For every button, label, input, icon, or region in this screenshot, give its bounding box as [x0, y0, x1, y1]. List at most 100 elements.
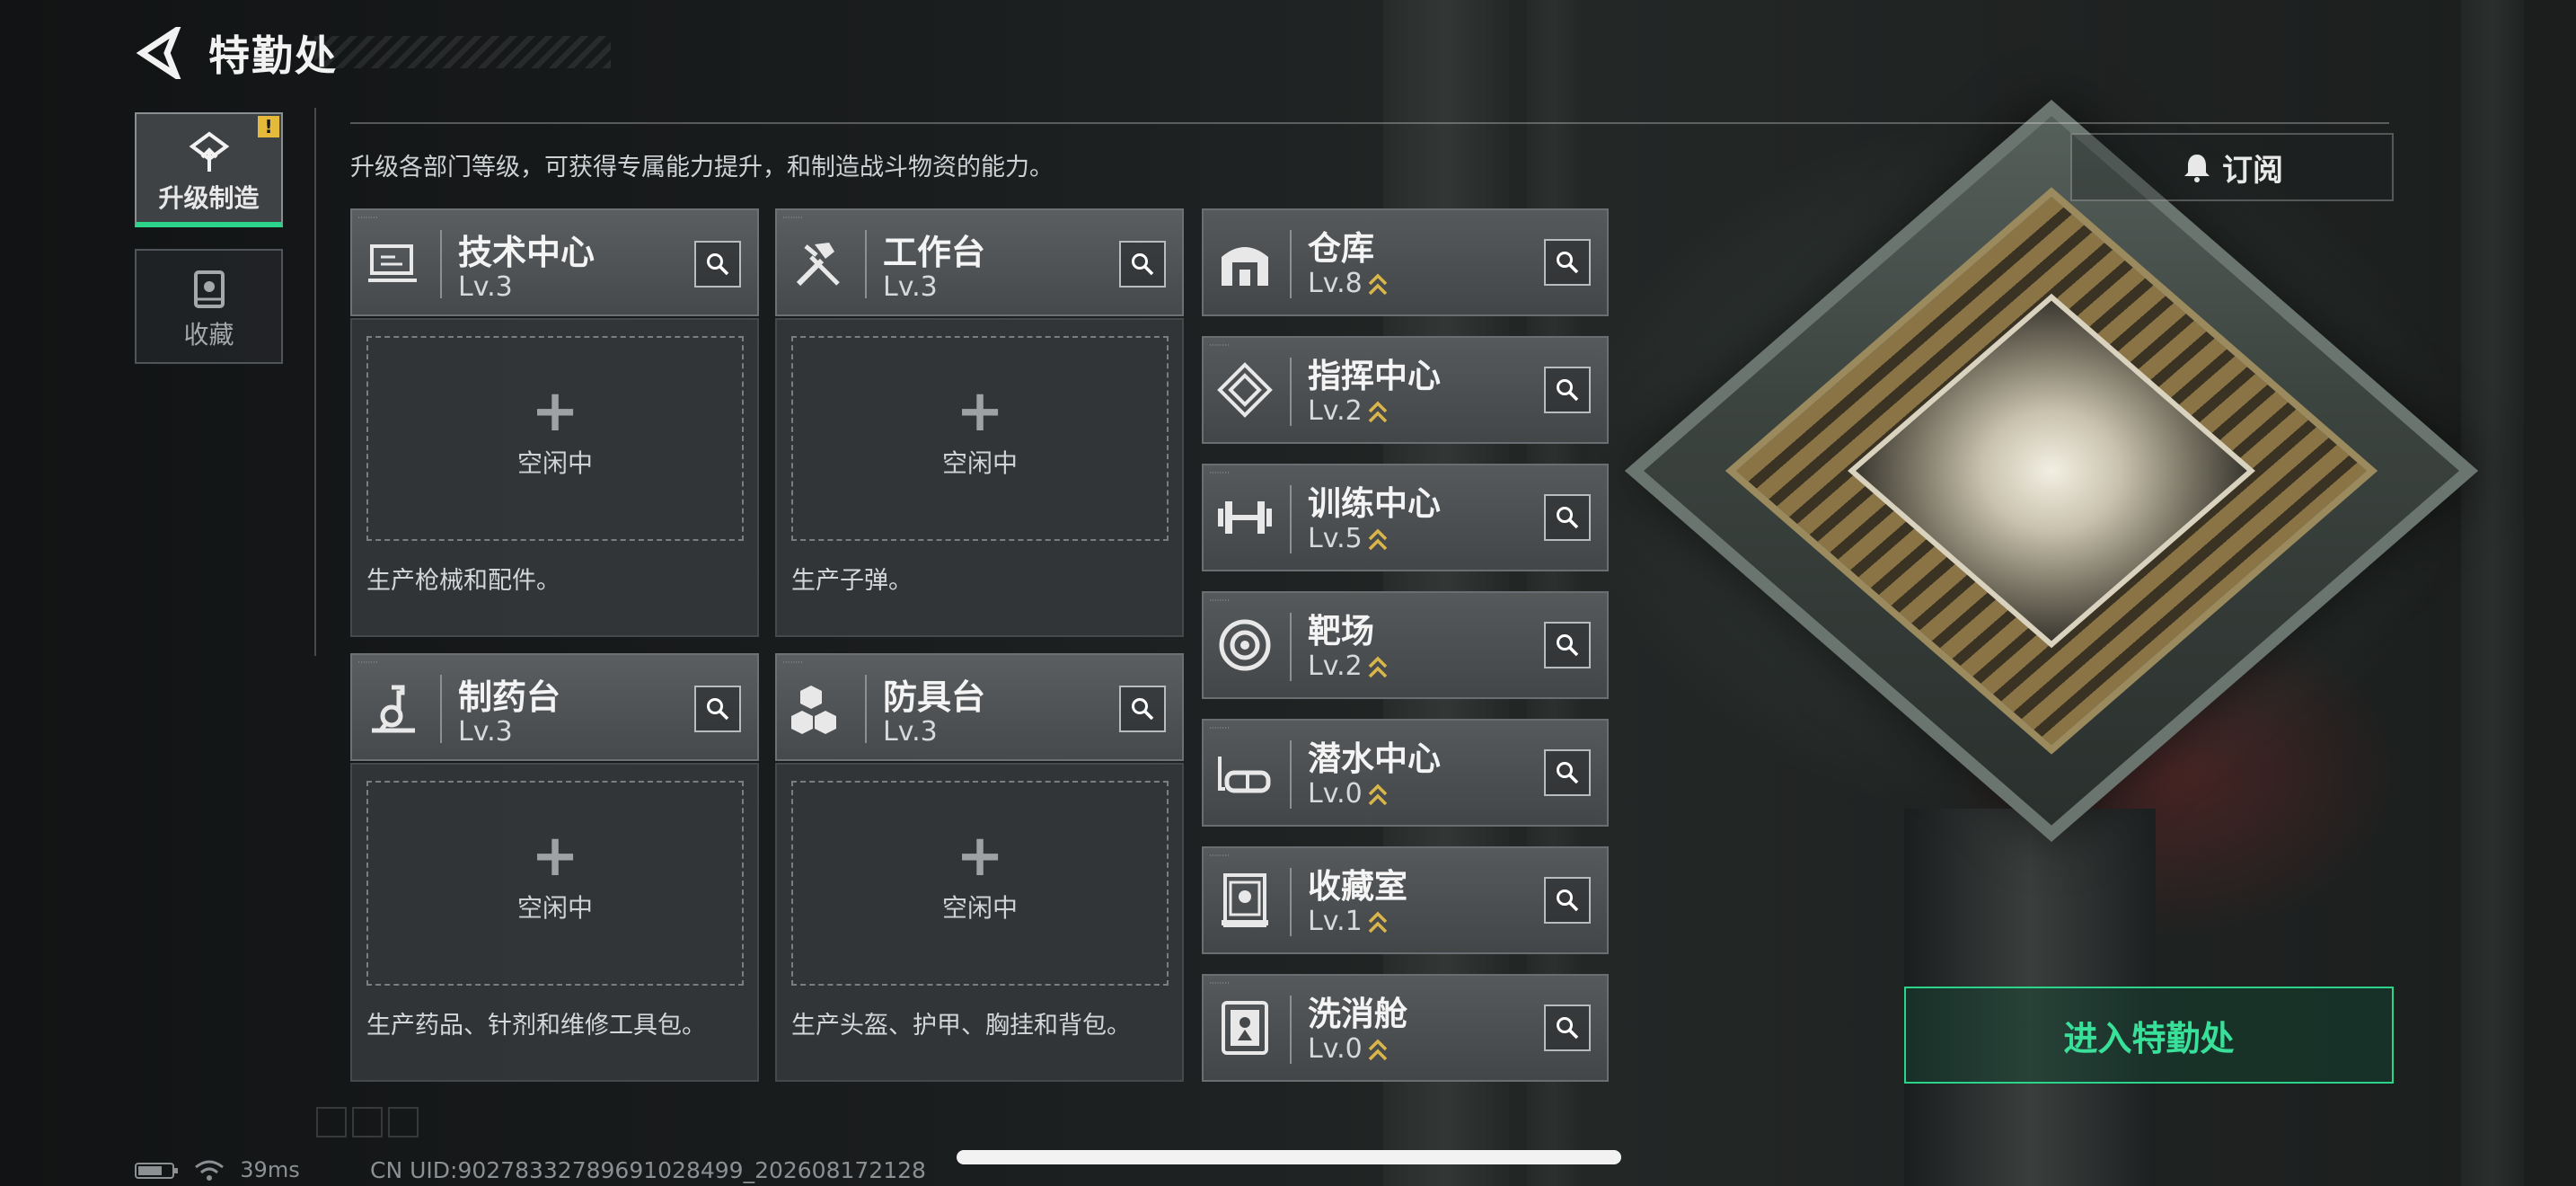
- upgrade-arrow-icon: [1368, 1039, 1388, 1060]
- separator: [1290, 740, 1292, 809]
- department-name: 靶场: [1308, 612, 1374, 651]
- decoration-text: ········: [1209, 979, 1230, 988]
- department-shooting-range[interactable]: ········ 靶场 Lv.2: [1202, 591, 1609, 699]
- collection-room-icon: [1222, 873, 1268, 927]
- subscribe-button[interactable]: 订阅: [2070, 133, 2394, 201]
- add-icon: +: [956, 378, 1004, 445]
- department-name: 收藏室: [1308, 867, 1407, 906]
- separator: [1290, 996, 1292, 1064]
- workstation-card-workbench: ········ 工作台 Lv.3 + 空闲中 生产子弹。: [775, 208, 1184, 637]
- search-icon: [1557, 252, 1579, 274]
- back-arrow-icon: [136, 22, 183, 84]
- tech-center-icon: [368, 244, 417, 282]
- search-button[interactable]: [1544, 494, 1591, 541]
- subscribe-bell-icon: [2184, 155, 2210, 182]
- workstation-level: Lv.3: [458, 716, 513, 748]
- ping-text: 39ms: [240, 1157, 300, 1182]
- separator: [865, 675, 867, 743]
- workstation-card-pharmacy: ········ 制药台 Lv.3 + 空闲中 生产药品、针剂和维修工具包。: [350, 653, 759, 1082]
- workbench-icon: [796, 243, 840, 287]
- search-button[interactable]: [1544, 239, 1591, 286]
- department-decon-chamber[interactable]: ········ 洗消舱 Lv.0: [1202, 974, 1609, 1082]
- separator: [440, 675, 442, 743]
- workstation-level: Lv.3: [883, 271, 938, 303]
- search-button[interactable]: [1544, 1005, 1591, 1051]
- search-button[interactable]: [1119, 686, 1166, 732]
- department-level-wrap: Lv.0: [1308, 778, 1388, 810]
- upgrade-arrow-icon: [1368, 273, 1388, 295]
- upgrade-icon: [189, 131, 229, 172]
- tab-collection[interactable]: 收藏: [135, 249, 283, 364]
- add-icon: +: [956, 823, 1004, 890]
- diving-center-icon: [1218, 757, 1271, 793]
- search-button[interactable]: [1544, 367, 1591, 413]
- warehouse-icon: [1222, 247, 1268, 286]
- production-slot[interactable]: + 空闲中: [366, 336, 744, 541]
- page-description: 升级各部门等级，可获得专属能力提升，和制造战斗物资的能力。: [350, 154, 1054, 181]
- decon-chamber-icon: [1222, 1001, 1268, 1055]
- department-name: 潜水中心: [1308, 739, 1441, 778]
- department-level-wrap: Lv.1: [1308, 906, 1388, 937]
- search-icon: [1132, 253, 1154, 276]
- separator: [865, 230, 867, 298]
- search-icon: [707, 698, 729, 721]
- department-level-wrap: Lv.2: [1308, 395, 1388, 427]
- workstation-name: 制药台: [458, 677, 561, 717]
- production-slot[interactable]: + 空闲中: [366, 781, 744, 986]
- enter-special-ops-button[interactable]: 进入特勤处: [1904, 987, 2394, 1084]
- search-icon: [1557, 379, 1579, 402]
- workstation-name: 防具台: [883, 677, 986, 717]
- decoration-text: ········: [1209, 469, 1230, 478]
- decoration-square: [352, 1107, 383, 1137]
- upgrade-arrow-icon: [1368, 401, 1388, 422]
- status-bar: 39ms: [135, 1157, 300, 1182]
- slot-status: 空闲中: [516, 893, 593, 923]
- separator: [440, 230, 442, 298]
- production-slot[interactable]: + 空闲中: [791, 781, 1169, 986]
- home-indicator[interactable]: [957, 1150, 1621, 1164]
- slot-status: 空闲中: [516, 448, 593, 478]
- search-button[interactable]: [694, 686, 741, 732]
- add-icon: +: [531, 823, 579, 890]
- search-button[interactable]: [694, 241, 741, 288]
- department-warehouse[interactable]: 仓库 Lv.8: [1202, 208, 1609, 316]
- tab-label: 升级制造: [158, 183, 260, 213]
- search-icon: [1557, 634, 1579, 657]
- tab-upgrade-manufacture[interactable]: ! 升级制造: [135, 112, 283, 227]
- workstation-name: 技术中心: [458, 233, 595, 272]
- divider: [350, 122, 2389, 124]
- department-level: Lv.0: [1308, 1033, 1363, 1065]
- search-button[interactable]: [1544, 877, 1591, 924]
- search-icon: [707, 253, 729, 276]
- add-icon: +: [531, 378, 579, 445]
- workstation-description: 生产枪械和配件。: [366, 567, 560, 595]
- separator: [1290, 868, 1292, 936]
- department-name: 仓库: [1308, 229, 1374, 268]
- search-button[interactable]: [1544, 622, 1591, 668]
- decoration-text: ········: [782, 659, 803, 668]
- department-collection-room[interactable]: ········ 收藏室 Lv.1: [1202, 846, 1609, 954]
- separator: [1290, 230, 1292, 298]
- department-training-center[interactable]: ········ 训练中心 Lv.5: [1202, 464, 1609, 571]
- decoration-text: ········: [1209, 341, 1230, 350]
- decoration-square: [388, 1107, 419, 1137]
- department-name: 指挥中心: [1308, 357, 1441, 395]
- alert-badge: !: [258, 116, 279, 137]
- card-body: + 空闲中 生产头盔、护甲、胸挂和背包。: [775, 763, 1184, 1082]
- department-name: 洗消舱: [1308, 995, 1407, 1033]
- department-command-center[interactable]: ········ 指挥中心 Lv.2: [1202, 336, 1609, 444]
- card-header: ········ 防具台 Lv.3: [775, 653, 1184, 761]
- command-center-icon: [1217, 362, 1273, 418]
- back-button[interactable]: [135, 22, 183, 84]
- department-diving-center[interactable]: ········ 潜水中心 Lv.0: [1202, 719, 1609, 827]
- search-button[interactable]: [1119, 241, 1166, 288]
- department-level-wrap: Lv.2: [1308, 651, 1388, 682]
- department-name: 训练中心: [1308, 484, 1441, 523]
- search-button[interactable]: [1544, 749, 1591, 796]
- search-icon: [1132, 698, 1154, 721]
- workstation-name: 工作台: [883, 233, 986, 272]
- title-decoration: [314, 36, 611, 68]
- search-icon: [1557, 890, 1579, 912]
- upgrade-arrow-icon: [1368, 911, 1388, 933]
- production-slot[interactable]: + 空闲中: [791, 336, 1169, 541]
